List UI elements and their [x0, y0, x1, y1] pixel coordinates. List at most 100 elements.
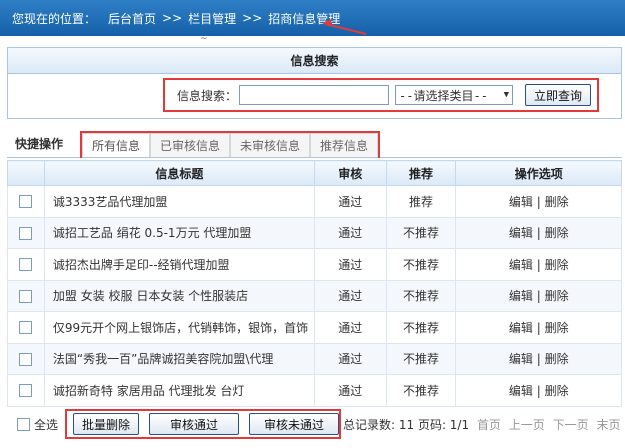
quick-actions-tabs: 快捷操作 所有信息 已审核信息 未审核信息 推荐信息	[7, 131, 622, 158]
pager-first[interactable]: 首页	[477, 418, 501, 432]
row-recommend-status: 不推荐	[385, 374, 457, 407]
reject-button[interactable]: 审核未通过	[249, 413, 339, 435]
select-all-checkbox[interactable]	[17, 417, 30, 431]
chevron-down-icon: ▼	[503, 90, 510, 100]
search-row: 信息搜索： --请选择类目-- ▼ 立即查询	[163, 78, 599, 112]
annotation-arrow-icon	[322, 19, 367, 35]
search-submit-button[interactable]: 立即查询	[525, 84, 592, 106]
pager-prev[interactable]: 上一页	[509, 418, 545, 432]
header-actions: 操作选项	[455, 160, 622, 186]
row-review-status: 通过	[313, 248, 387, 281]
table-footer: 全选 批量删除 审核通过 审核未通过 总记录数: 11 页码: 1/1 首页 上…	[7, 409, 622, 439]
row-recommend-status: 不推荐	[385, 342, 457, 375]
delete-link[interactable]: 删除	[545, 321, 569, 335]
row-title: 诚3333艺品代理加盟	[43, 185, 315, 218]
header-title: 信息标题	[43, 160, 315, 186]
row-checkbox[interactable]	[19, 384, 33, 398]
row-review-status: 通过	[313, 311, 387, 344]
approve-button[interactable]: 审核通过	[149, 413, 239, 435]
edit-link[interactable]: 编辑	[509, 352, 533, 366]
header-review: 审核	[313, 160, 387, 186]
row-title: 诚招杰出牌手足印--经销代理加盟	[43, 248, 315, 281]
row-actions: 编辑 | 删除	[455, 374, 622, 407]
row-recommend-status: 不推荐	[385, 216, 457, 249]
row-checkbox[interactable]	[19, 226, 33, 240]
table-row: 诚招新奇特 家居用品 代理批发 台灯 通过 不推荐 编辑 | 删除	[7, 374, 622, 407]
header-recommend: 推荐	[385, 160, 457, 186]
delete-link[interactable]: 删除	[545, 258, 569, 272]
action-separator: |	[536, 194, 541, 209]
category-select[interactable]: --请选择类目-- ▼	[395, 85, 514, 105]
breadcrumb-separator: >>	[162, 11, 183, 25]
row-recommend-status: 不推荐	[385, 311, 457, 344]
table-header-row: 信息标题 审核 推荐 操作选项	[7, 160, 622, 186]
table-row: 法国“秀我一百”品牌诚招美容院加盟\代理 通过 不推荐 编辑 | 删除	[7, 342, 622, 375]
row-checkbox[interactable]	[19, 352, 33, 366]
table-row: 诚招杰出牌手足印--经销代理加盟 通过 不推荐 编辑 | 删除	[7, 248, 622, 281]
tabs-highlight-box	[80, 131, 380, 158]
table-row: 仅99元开个网上银饰店，代销韩饰，银饰，首饰 通过 不推荐 编辑 | 删除	[7, 311, 622, 344]
decorative-tilde: ~	[200, 34, 208, 44]
row-actions: 编辑 | 删除	[455, 311, 622, 344]
row-title: 诚招新奇特 家居用品 代理批发 台灯	[43, 374, 315, 407]
category-select-value: --请选择类目--	[399, 88, 488, 103]
delete-link[interactable]: 删除	[545, 384, 569, 398]
action-separator: |	[536, 257, 541, 272]
edit-link[interactable]: 编辑	[509, 258, 533, 272]
row-checkbox[interactable]	[19, 258, 33, 272]
pager-info: 总记录数: 11 页码: 1/1	[343, 418, 470, 432]
search-label: 信息搜索：	[177, 88, 238, 103]
action-separator: |	[536, 226, 541, 241]
breadcrumb-home[interactable]: 后台首页	[108, 10, 156, 27]
delete-link[interactable]: 删除	[545, 226, 569, 240]
row-actions: 编辑 | 删除	[455, 216, 622, 249]
search-panel-title: 信息搜索	[8, 48, 621, 74]
pager-last[interactable]: 末页	[596, 418, 620, 432]
table-row: 加盟 女装 校服 日本女装 个性服装店 通过 不推荐 编辑 | 删除	[7, 279, 622, 312]
row-recommend-status: 不推荐	[385, 248, 457, 281]
row-recommend-status: 推荐	[385, 185, 457, 218]
row-actions: 编辑 | 删除	[455, 342, 622, 375]
row-review-status: 通过	[313, 374, 387, 407]
breadcrumb-column-manage[interactable]: 栏目管理	[188, 10, 236, 27]
table-row: 诚招工艺品 绢花 0.5-1万元 代理加盟 通过 不推荐 编辑 | 删除	[7, 216, 622, 249]
search-panel: 信息搜索 信息搜索： --请选择类目-- ▼ 立即查询	[7, 47, 622, 119]
location-bar: 您现在的位置： 后台首页 >> 栏目管理 >> 招商信息管理	[0, 0, 625, 36]
table-row: 诚3333艺品代理加盟 通过 推荐 编辑 | 删除	[7, 185, 622, 218]
action-separator: |	[536, 352, 541, 367]
edit-link[interactable]: 编辑	[509, 226, 533, 240]
header-checkbox-col	[7, 160, 45, 186]
action-separator: |	[536, 383, 541, 398]
row-checkbox[interactable]	[19, 321, 33, 335]
select-all-label[interactable]: 全选	[34, 416, 58, 433]
row-review-status: 通过	[313, 279, 387, 312]
edit-link[interactable]: 编辑	[509, 289, 533, 303]
edit-link[interactable]: 编辑	[509, 384, 533, 398]
row-title: 诚招工艺品 绢花 0.5-1万元 代理加盟	[43, 216, 315, 249]
pager-next[interactable]: 下一页	[553, 418, 589, 432]
delete-link[interactable]: 删除	[545, 289, 569, 303]
location-prefix: 您现在的位置：	[12, 11, 97, 26]
row-title: 法国“秀我一百”品牌诚招美容院加盟\代理	[43, 342, 315, 375]
edit-link[interactable]: 编辑	[509, 321, 533, 335]
row-review-status: 通过	[313, 185, 387, 218]
delete-link[interactable]: 删除	[545, 352, 569, 366]
quick-actions-label: 快捷操作	[15, 137, 64, 151]
row-title: 仅99元开个网上银饰店，代销韩饰，银饰，首饰	[43, 311, 315, 344]
search-input[interactable]	[239, 85, 390, 105]
info-table: 信息标题 审核 推荐 操作选项 诚3333艺品代理加盟 通过 推荐 编辑 | 删…	[7, 160, 622, 407]
delete-link[interactable]: 删除	[545, 195, 569, 209]
row-review-status: 通过	[313, 216, 387, 249]
edit-link[interactable]: 编辑	[509, 195, 533, 209]
row-recommend-status: 不推荐	[385, 279, 457, 312]
bulk-delete-button[interactable]: 批量删除	[73, 413, 140, 435]
bulk-actions-box: 批量删除 审核通过 审核未通过	[65, 409, 341, 439]
row-actions: 编辑 | 删除	[455, 248, 622, 281]
pager: 总记录数: 11 页码: 1/1 首页 上一页 下一页 末页	[343, 416, 621, 433]
breadcrumb-separator: >>	[242, 11, 263, 25]
row-checkbox[interactable]	[19, 195, 33, 209]
action-separator: |	[536, 289, 541, 304]
row-actions: 编辑 | 删除	[455, 279, 622, 312]
row-checkbox[interactable]	[19, 289, 33, 303]
row-actions: 编辑 | 删除	[455, 185, 622, 218]
